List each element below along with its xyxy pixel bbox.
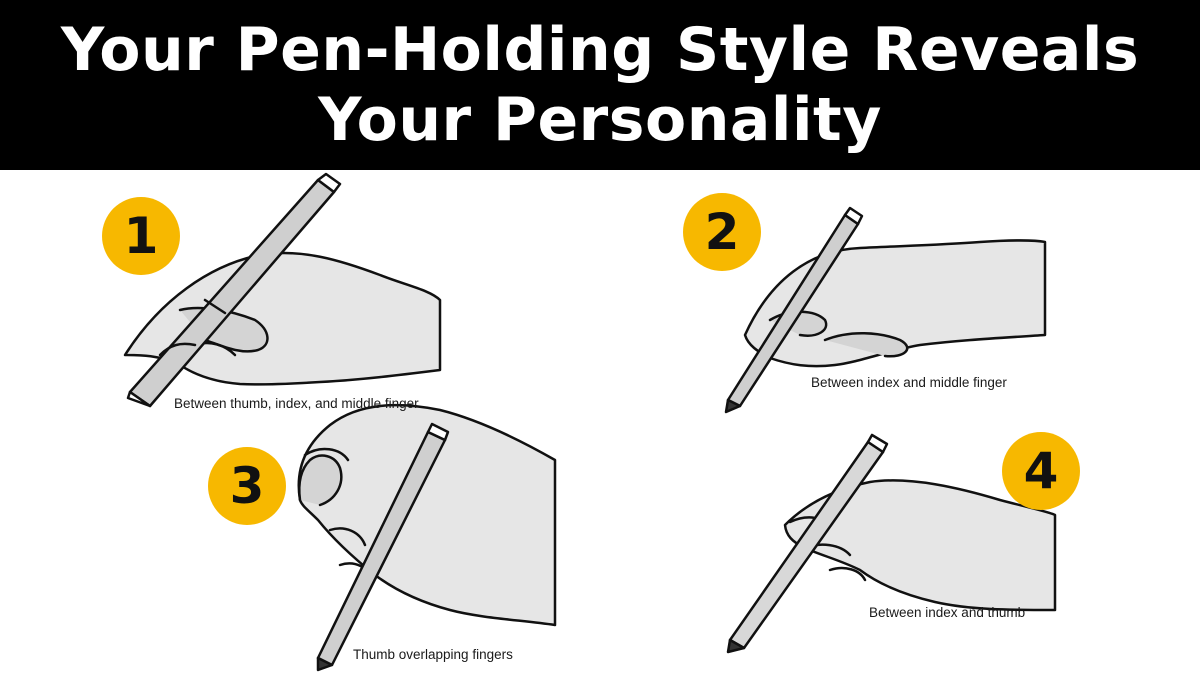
grip-4-number-badge: 4 bbox=[1002, 432, 1080, 510]
grip-1-caption: Between thumb, index, and middle finger bbox=[174, 396, 419, 411]
illustration-area: 1 Between thumb, index, and middle finge… bbox=[0, 170, 1200, 675]
hand-3-illustration bbox=[297, 403, 557, 672]
grip-2-caption: Between index and middle finger bbox=[811, 375, 1007, 390]
grip-1-number-badge: 1 bbox=[102, 197, 180, 275]
grip-1-number: 1 bbox=[123, 207, 159, 265]
page-title-line-2: Your Personality bbox=[318, 85, 882, 155]
title-banner: Your Pen-Holding Style Reveals Your Pers… bbox=[0, 0, 1200, 170]
grip-2-number-badge: 2 bbox=[683, 193, 761, 271]
grip-4-number: 4 bbox=[1023, 442, 1059, 500]
grip-3-number: 3 bbox=[229, 457, 265, 515]
grip-3-number-badge: 3 bbox=[208, 447, 286, 525]
hands-illustration bbox=[123, 172, 1057, 672]
grip-2-number: 2 bbox=[704, 203, 740, 261]
grip-4-caption: Between index and thumb bbox=[869, 605, 1026, 620]
hand-1-illustration bbox=[123, 172, 442, 408]
grip-3-caption: Thumb overlapping fingers bbox=[353, 647, 513, 662]
page-title-line-1: Your Pen-Holding Style Reveals bbox=[60, 15, 1140, 85]
